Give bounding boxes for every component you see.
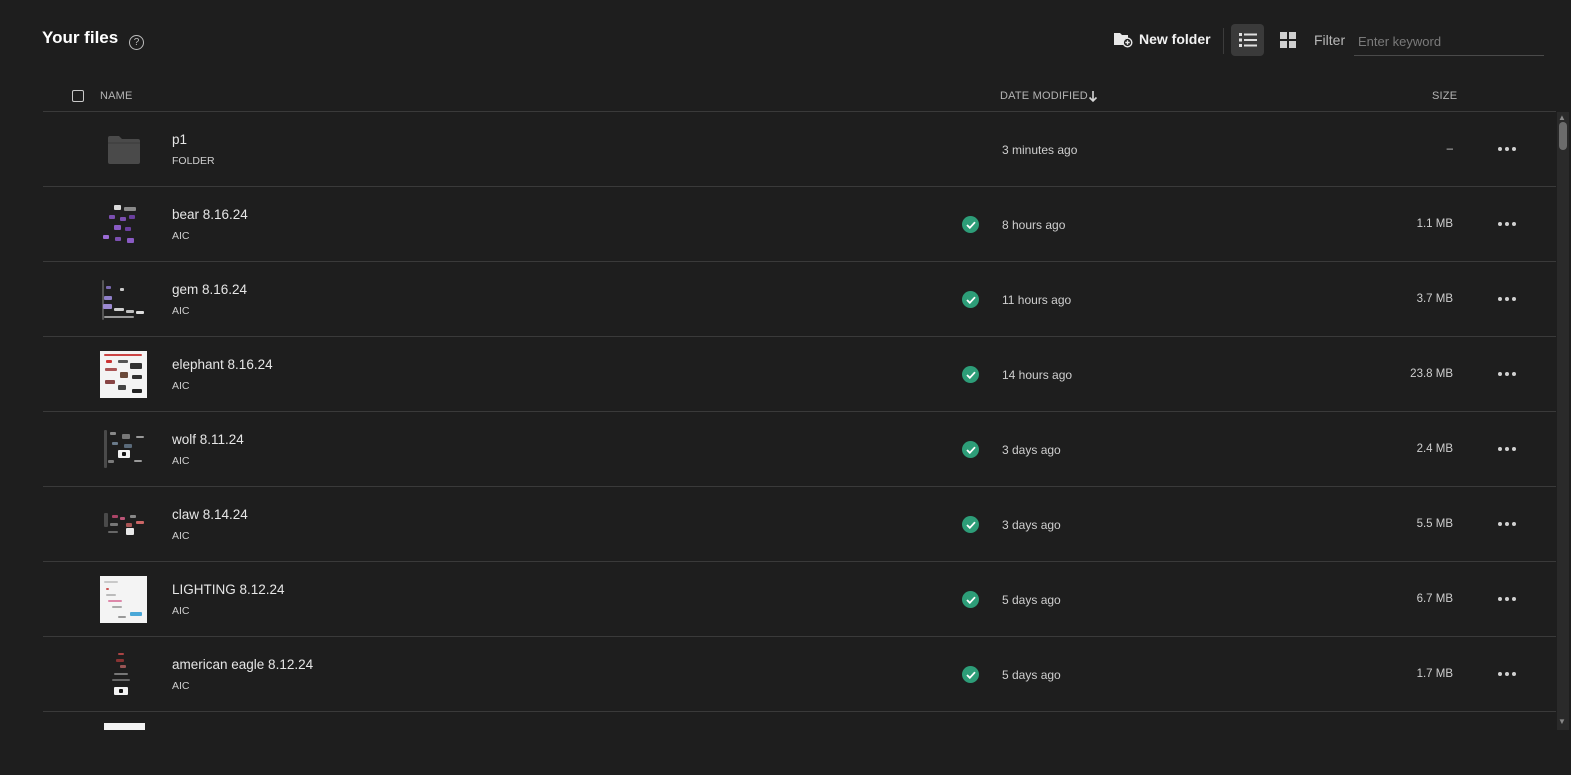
file-size: – [1446, 143, 1453, 155]
file-type: AIC [172, 455, 190, 467]
file-type: AIC [172, 680, 190, 692]
file-size: 3.7 MB [1416, 293, 1453, 305]
date-modified: 3 minutes ago [1002, 143, 1078, 157]
file-size: 6.7 MB [1416, 593, 1453, 605]
file-thumbnail [100, 426, 147, 473]
file-row[interactable]: p1 FOLDER 3 minutes ago – [43, 112, 1556, 187]
more-actions-button[interactable] [1493, 663, 1521, 685]
scrollbar-track[interactable] [1557, 112, 1569, 730]
file-name[interactable]: bear 8.16.24 [172, 207, 248, 222]
list-view-icon [1238, 33, 1257, 47]
synced-check-icon [962, 591, 979, 608]
more-actions-button[interactable] [1493, 288, 1521, 310]
file-size: 23.8 MB [1410, 368, 1453, 380]
more-actions-button[interactable] [1493, 588, 1521, 610]
scroll-up-arrow-icon[interactable]: ▲ [1558, 113, 1566, 122]
synced-check-icon [962, 516, 979, 533]
select-all-checkbox[interactable] [72, 90, 84, 102]
synced-check-icon [962, 291, 979, 308]
grid-view-icon [1280, 32, 1296, 48]
file-size: 1.1 MB [1416, 218, 1453, 230]
file-name[interactable]: american eagle 8.12.24 [172, 657, 313, 672]
file-thumbnail [100, 201, 147, 248]
scroll-down-arrow-icon[interactable]: ▼ [1558, 717, 1566, 726]
file-row[interactable]: bear 8.16.24 AIC 8 hours ago 1.1 MB [43, 187, 1556, 262]
folder-icon [107, 135, 140, 164]
file-list: p1 FOLDER 3 minutes ago – bear 8.16.24 A… [43, 112, 1556, 729]
synced-check-icon [962, 216, 979, 233]
file-name[interactable]: LIGHTING 8.12.24 [172, 582, 285, 597]
new-folder-icon [1114, 33, 1133, 48]
help-icon[interactable]: ? [129, 35, 144, 50]
file-thumbnail [100, 351, 147, 398]
toolbar-divider [1223, 28, 1224, 54]
date-modified: 5 days ago [1002, 668, 1061, 682]
partial-next-row-thumbnail [104, 723, 145, 730]
file-type: AIC [172, 605, 190, 617]
scrollbar-thumb[interactable] [1559, 122, 1567, 150]
date-modified: 8 hours ago [1002, 218, 1066, 232]
file-row[interactable]: claw 8.14.24 AIC 3 days ago 5.5 MB [43, 487, 1556, 562]
file-type: AIC [172, 305, 190, 317]
file-name[interactable]: gem 8.16.24 [172, 282, 247, 297]
column-header-size[interactable]: SIZE [1432, 90, 1457, 102]
file-type: AIC [172, 230, 190, 242]
synced-check-icon [962, 441, 979, 458]
date-modified: 3 days ago [1002, 518, 1061, 532]
file-name[interactable]: p1 [172, 132, 187, 147]
file-type: FOLDER [172, 155, 215, 167]
file-size: 5.5 MB [1416, 518, 1453, 530]
date-modified: 11 hours ago [1002, 293, 1072, 307]
sort-descending-icon[interactable] [1088, 90, 1098, 103]
list-view-button[interactable] [1231, 24, 1264, 56]
more-actions-button[interactable] [1493, 138, 1521, 160]
folder-thumbnail [100, 126, 147, 173]
more-actions-button[interactable] [1493, 438, 1521, 460]
file-size: 2.4 MB [1416, 443, 1453, 455]
file-thumbnail [100, 651, 147, 698]
synced-check-icon [962, 666, 979, 683]
synced-check-icon [962, 366, 979, 383]
new-folder-button[interactable]: New folder [1113, 28, 1211, 50]
more-actions-button[interactable] [1493, 213, 1521, 235]
more-actions-button[interactable] [1493, 513, 1521, 535]
grid-view-button[interactable] [1274, 24, 1302, 56]
file-thumbnail [100, 501, 147, 548]
column-header-name[interactable]: NAME [100, 90, 133, 102]
file-row[interactable]: gem 8.16.24 AIC 11 hours ago 3.7 MB [43, 262, 1556, 337]
date-modified: 3 days ago [1002, 443, 1061, 457]
filter-input[interactable] [1354, 28, 1544, 56]
file-row[interactable]: elephant 8.16.24 AIC 14 hours ago 23.8 M… [43, 337, 1556, 412]
file-row[interactable]: wolf 8.11.24 AIC 3 days ago 2.4 MB [43, 412, 1556, 487]
page-title: Your files [42, 28, 119, 47]
file-row[interactable]: LIGHTING 8.12.24 AIC 5 days ago 6.7 MB [43, 562, 1556, 637]
file-row[interactable]: american eagle 8.12.24 AIC 5 days ago 1.… [43, 637, 1556, 712]
file-name[interactable]: claw 8.14.24 [172, 507, 248, 522]
more-actions-button[interactable] [1493, 363, 1521, 385]
file-type: AIC [172, 530, 190, 542]
file-size: 1.7 MB [1416, 668, 1453, 680]
file-name[interactable]: elephant 8.16.24 [172, 357, 273, 372]
date-modified: 14 hours ago [1002, 368, 1073, 382]
file-thumbnail [100, 576, 147, 623]
new-folder-label: New folder [1139, 31, 1211, 47]
date-modified: 5 days ago [1002, 593, 1061, 607]
column-header-date-modified[interactable]: DATE MODIFIED [1000, 90, 1088, 102]
filter-label: Filter [1314, 32, 1346, 48]
files-page: Your files ? New folder Filter Enter key… [0, 0, 1571, 775]
file-thumbnail [100, 276, 147, 323]
file-name[interactable]: wolf 8.11.24 [172, 432, 244, 447]
file-type: AIC [172, 380, 190, 392]
